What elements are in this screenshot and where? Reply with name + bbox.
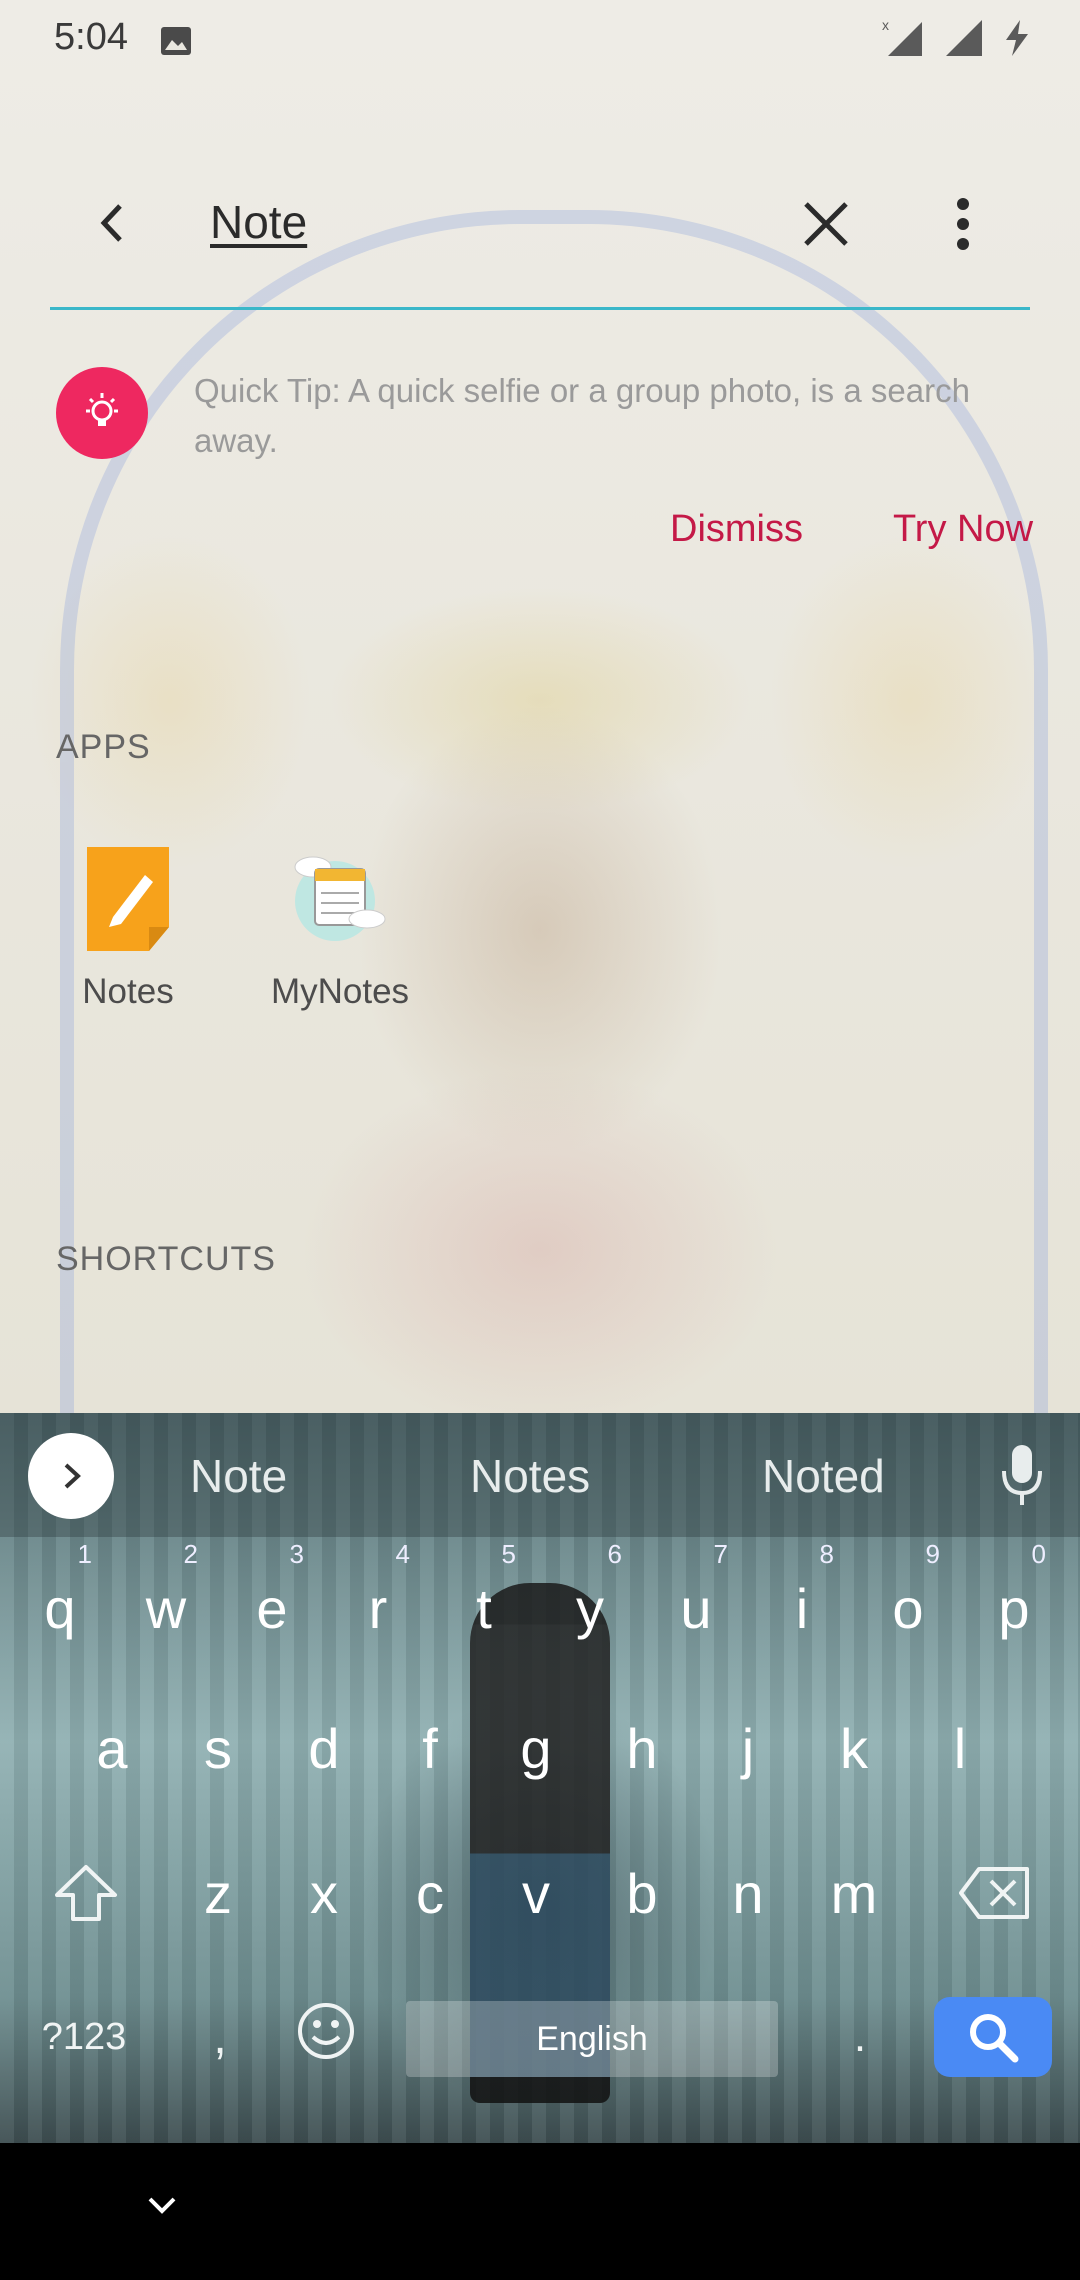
key-t[interactable]: t5 [434, 1539, 534, 1663]
emoji-icon [298, 2003, 354, 2059]
space-key[interactable]: English [406, 2001, 778, 2077]
microphone-icon[interactable] [1000, 1443, 1044, 1507]
app-label: MyNotes [270, 972, 410, 1011]
key-number-hint: 0 [1031, 1539, 1046, 1569]
key-number-hint: 1 [77, 1539, 92, 1569]
key-number-hint: 4 [395, 1539, 410, 1569]
key-h[interactable]: h [592, 1693, 692, 1803]
more-options-icon[interactable] [948, 196, 978, 252]
key-r[interactable]: r4 [328, 1539, 428, 1663]
signal-off-icon: x [882, 18, 922, 56]
keyboard: Note Notes Noted q1 w2 e3 r4 t5 y6 u7 i8… [0, 1413, 1080, 2143]
key-label: w [145, 1576, 187, 1640]
shift-icon [55, 1865, 117, 1921]
chevron-right-icon [64, 1463, 81, 1489]
key-d[interactable]: d [274, 1693, 374, 1803]
key-w[interactable]: w2 [116, 1539, 216, 1663]
close-icon[interactable] [800, 198, 852, 250]
status-bar: 5:04 x [0, 0, 1080, 80]
app-mynotes[interactable]: MyNotes [230, 845, 450, 1012]
charging-icon [1006, 20, 1028, 56]
navigation-bar [0, 2143, 1080, 2280]
expand-toolbar-button[interactable] [28, 1433, 114, 1519]
svg-text:x: x [882, 18, 889, 33]
key-number-hint: 9 [925, 1539, 940, 1569]
key-c[interactable]: c [380, 1838, 480, 1948]
key-number-hint: 8 [819, 1539, 834, 1569]
key-label: q [44, 1576, 76, 1640]
key-label: y [576, 1576, 604, 1640]
chevron-down-icon[interactable] [144, 2187, 180, 2223]
search-icon [970, 2014, 1019, 2063]
signal-icon [946, 20, 982, 56]
apps-section-label: APPS [56, 728, 151, 766]
search-bar [50, 180, 1030, 310]
period-key[interactable]: . [830, 1997, 890, 2077]
key-f[interactable]: f [380, 1693, 480, 1803]
key-number-hint: 6 [607, 1539, 622, 1569]
key-g[interactable]: g [486, 1693, 586, 1803]
back-arrow-icon[interactable] [90, 200, 136, 246]
backspace-key[interactable] [944, 1838, 1044, 1948]
key-v[interactable]: v [486, 1838, 586, 1948]
key-label: i [795, 1576, 809, 1640]
key-u[interactable]: u7 [646, 1539, 746, 1663]
backspace-icon [959, 1867, 1029, 1919]
key-x[interactable]: x [274, 1838, 374, 1948]
try-now-button[interactable]: Try Now [893, 508, 1033, 551]
suggestion-1[interactable]: Note [190, 1449, 287, 1503]
app-notes[interactable]: Notes [18, 845, 238, 1012]
key-label: o [892, 1576, 924, 1640]
key-e[interactable]: e3 [222, 1539, 322, 1663]
key-k[interactable]: k [804, 1693, 904, 1803]
key-q[interactable]: q1 [10, 1539, 110, 1663]
comma-key[interactable]: , [190, 1997, 250, 2077]
key-s[interactable]: s [168, 1693, 268, 1803]
key-label: r [368, 1576, 388, 1640]
key-label: t [476, 1576, 492, 1640]
status-time: 5:04 [54, 16, 128, 58]
key-a[interactable]: a [62, 1693, 162, 1803]
search-action-key[interactable] [934, 1997, 1052, 2077]
key-number-hint: 7 [713, 1539, 728, 1569]
lightbulb-icon [56, 367, 148, 459]
key-l[interactable]: l [910, 1693, 1010, 1803]
key-n[interactable]: n [698, 1838, 798, 1948]
emoji-key[interactable] [284, 1989, 368, 2073]
suggestion-3[interactable]: Noted [762, 1449, 885, 1503]
key-number-hint: 3 [289, 1539, 304, 1569]
mynotes-app-icon [294, 856, 386, 941]
search-underline [50, 307, 1030, 310]
shortcuts-section-label: SHORTCUTS [56, 1240, 276, 1278]
status-icons: x [882, 18, 1032, 58]
symbols-key[interactable]: ?123 [14, 1997, 154, 2077]
key-number-hint: 2 [183, 1539, 198, 1569]
key-p[interactable]: p0 [964, 1539, 1064, 1663]
shift-key[interactable] [36, 1838, 136, 1948]
key-b[interactable]: b [592, 1838, 692, 1948]
key-j[interactable]: j [698, 1693, 798, 1803]
key-label: e [256, 1576, 288, 1640]
quick-tip-text: Quick Tip: A quick selfie or a group pho… [194, 372, 970, 459]
dismiss-button[interactable]: Dismiss [670, 508, 803, 551]
key-m[interactable]: m [804, 1838, 904, 1948]
key-label: u [680, 1576, 712, 1640]
app-label: Notes [82, 972, 174, 1011]
image-icon [161, 27, 191, 55]
key-z[interactable]: z [168, 1838, 268, 1948]
key-number-hint: 5 [501, 1539, 516, 1569]
notes-app-icon [87, 847, 169, 951]
key-label: p [998, 1576, 1030, 1640]
key-o[interactable]: o9 [858, 1539, 958, 1663]
suggestion-2[interactable]: Notes [470, 1449, 590, 1503]
search-input[interactable]: Note [210, 195, 307, 249]
key-i[interactable]: i8 [752, 1539, 852, 1663]
key-y[interactable]: y6 [540, 1539, 640, 1663]
